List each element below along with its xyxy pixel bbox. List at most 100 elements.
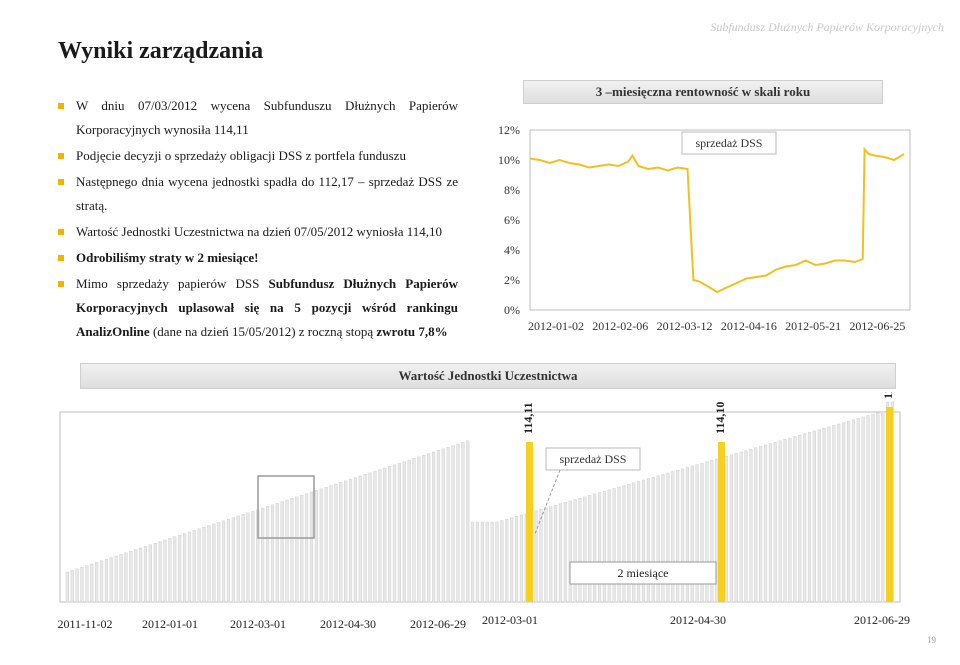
highlight-bar <box>718 442 725 602</box>
value-bar <box>817 429 821 603</box>
value-bar <box>75 568 79 603</box>
value-bar <box>788 437 792 603</box>
value-bar <box>304 493 309 603</box>
value-bar <box>226 518 231 603</box>
highlight-bar <box>526 442 533 602</box>
value-bar <box>104 558 109 603</box>
value-bar <box>568 500 572 603</box>
value-bar <box>427 453 431 603</box>
value-bar <box>109 557 113 603</box>
y-tick-label: 4% <box>504 243 520 257</box>
value-bar <box>246 512 250 603</box>
bullet-icon <box>58 281 64 287</box>
value-bar <box>578 497 582 603</box>
value-bar <box>314 490 318 603</box>
list-item: W dniu 07/03/2012 wycena Subfunduszu Dłu… <box>58 94 458 142</box>
value-bar <box>392 464 397 603</box>
x-tick-label: 2011-11-02 <box>57 617 112 631</box>
bar-value-label: 114,11 <box>521 402 535 434</box>
value-bar <box>739 451 743 603</box>
value-bar <box>309 491 314 603</box>
value-bar <box>881 411 885 603</box>
value-bar <box>319 488 323 603</box>
x-tick-label: 2012-01-01 <box>142 617 198 631</box>
value-bar <box>602 490 607 603</box>
value-bar <box>192 530 196 603</box>
value-bar <box>353 477 358 603</box>
series-line <box>529 146 905 294</box>
value-bar <box>451 445 455 603</box>
value-bar <box>861 416 865 603</box>
value-bar <box>534 510 538 603</box>
value-bar <box>431 451 436 603</box>
value-bar <box>846 420 851 603</box>
x-tick-label: 2012-04-30 <box>670 613 726 627</box>
value-bar <box>773 441 777 603</box>
value-bar <box>275 502 279 603</box>
chart2-title: Wartość Jednostki Uczestnictwa <box>80 363 896 389</box>
value-bar <box>300 494 304 603</box>
x-tick-label: 2012-02-06 <box>592 319 648 333</box>
value-bar <box>617 486 621 603</box>
value-bar <box>544 507 548 603</box>
value-bar <box>70 570 74 603</box>
value-bar <box>793 436 797 603</box>
list-item: Mimo sprzedaży papierów DSS Subfundusz D… <box>58 272 458 344</box>
value-bar <box>490 521 494 603</box>
value-bar <box>344 480 348 603</box>
value-bar <box>480 521 484 603</box>
value-bar <box>612 488 616 603</box>
value-bar <box>114 555 118 603</box>
value-bar <box>119 554 123 603</box>
value-bar <box>387 466 392 603</box>
x-tick-label: 2012-01-02 <box>528 319 584 333</box>
value-bar <box>143 546 148 603</box>
value-bar <box>436 450 441 603</box>
y-tick-label: 2% <box>504 273 520 287</box>
value-bar <box>549 506 553 603</box>
value-bar <box>876 412 880 603</box>
value-bar <box>783 439 787 603</box>
value-bar <box>812 430 816 603</box>
value-bar <box>856 418 860 603</box>
value-bar <box>397 462 401 603</box>
value-bar <box>270 504 275 603</box>
chart1-title: 3 –miesięczna rentowność w skali roku <box>523 80 883 104</box>
annotation-sale-label: sprzedaż DSS <box>696 136 763 150</box>
x-tick-label: 2012-03-01 <box>482 613 538 627</box>
y-tick-label: 10% <box>498 153 520 167</box>
value-bar <box>837 423 841 603</box>
value-bar <box>207 525 211 603</box>
value-bar <box>519 514 524 603</box>
value-bar <box>412 458 416 603</box>
value-bar <box>158 541 162 603</box>
value-bar <box>95 562 99 603</box>
value-bar <box>80 566 84 603</box>
bullet-icon <box>58 103 64 109</box>
value-bar <box>871 413 875 603</box>
value-bar <box>573 499 577 603</box>
value-bar <box>134 549 138 603</box>
value-bar <box>124 552 128 603</box>
value-bar <box>759 446 763 603</box>
value-bar <box>842 422 846 603</box>
value-bar <box>475 521 480 603</box>
value-bar <box>221 520 226 603</box>
value-bar <box>231 517 235 603</box>
list-item: Wartość Jednostki Uczestnictwa na dzień … <box>58 220 458 244</box>
value-bar <box>334 483 338 603</box>
value-bar <box>295 496 299 603</box>
value-bar <box>236 515 240 603</box>
x-tick-label: 2012-03-12 <box>657 319 713 333</box>
page-number: 19 <box>927 635 936 645</box>
value-bar <box>407 459 411 603</box>
value-bar <box>168 538 172 603</box>
value-bar <box>763 444 768 603</box>
value-bar <box>563 502 567 603</box>
value-bar <box>510 517 514 603</box>
value-bar <box>324 486 328 603</box>
value-bar <box>456 443 460 603</box>
value-bar <box>402 461 406 603</box>
bullet-list: W dniu 07/03/2012 wycena Subfunduszu Dłu… <box>58 94 458 346</box>
value-bar <box>329 485 333 603</box>
